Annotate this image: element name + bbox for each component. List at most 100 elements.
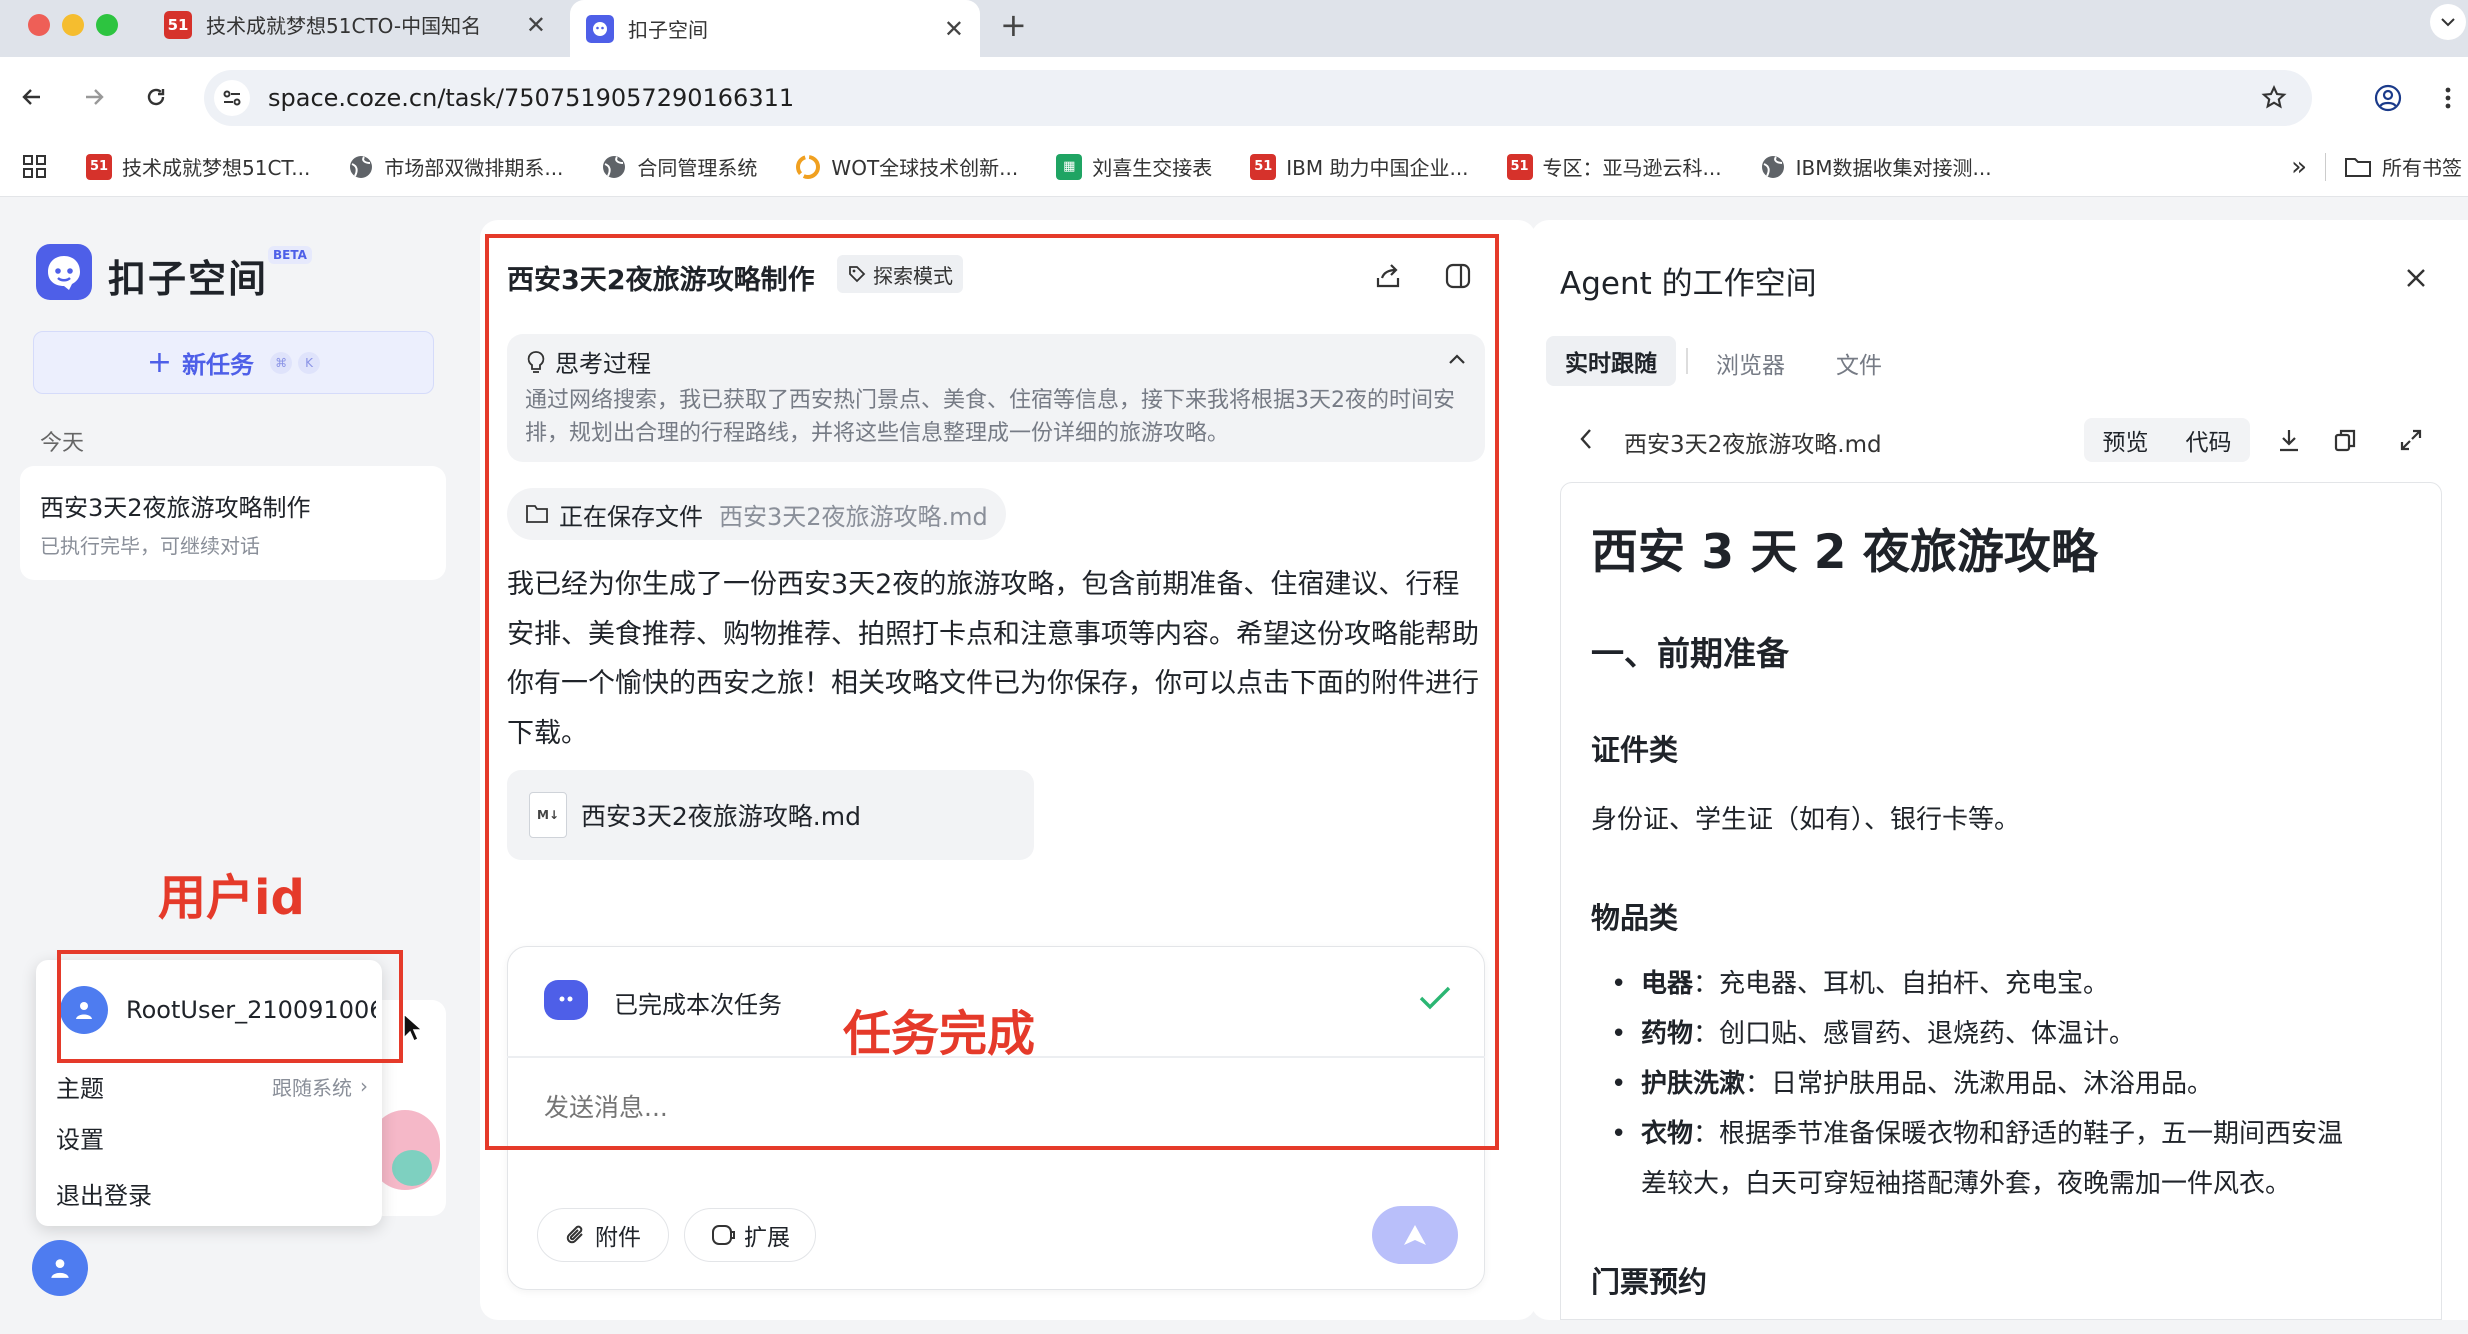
new-tab-icon[interactable]: + — [1000, 6, 1027, 44]
browser-menu-icon[interactable] — [2436, 80, 2460, 116]
shortcut-k-key: K — [298, 351, 321, 374]
chevron-right-icon: › — [360, 1074, 368, 1098]
address-bar[interactable]: space.coze.cn/task/7507519057290166311 — [204, 70, 2312, 126]
brand-name: 扣子空间 — [108, 257, 269, 301]
bookmark-item[interactable]: IBM数据收集对接测... — [1760, 152, 1992, 181]
window-maximize-button[interactable] — [96, 14, 118, 36]
profile-icon[interactable] — [2370, 80, 2406, 116]
fullscreen-icon[interactable] — [2394, 422, 2428, 458]
bookmark-item[interactable]: 51 技术成就梦想51CT... — [86, 152, 310, 181]
tab-close-icon[interactable]: ✕ — [944, 15, 964, 43]
bookmark-label: 刘喜生交接表 — [1092, 156, 1213, 180]
task-title: 西安3天2夜旅游攻略制作 — [40, 494, 311, 522]
theme-value: 跟随系统 — [272, 1075, 352, 1100]
list-item-value: ：充电器、耳机、自拍杆、充电宝。 — [1693, 969, 2110, 999]
browser-tab-strip: 51 技术成就梦想51CTO-中国知名 ✕ 扣子空间 ✕ + — [0, 0, 2468, 57]
list-item-value: ：创口贴、感冒药、退烧药、体温计。 — [1693, 1019, 2136, 1049]
list-item-value: ：根据季节准备保暖衣物和舒适的鞋子，五一期间西安温 — [1693, 1119, 2344, 1149]
document-preview: 西安 3 天 2 夜旅游攻略 一、前期准备 证件类 身份证、学生证（如有）、银行… — [1560, 482, 2442, 1320]
attach-button[interactable]: 附件 — [537, 1208, 669, 1262]
doc-heading-3: 门票预约 — [1591, 1265, 1708, 1299]
coze-favicon-icon — [586, 14, 614, 43]
user-avatar-button[interactable] — [32, 1240, 88, 1296]
section-today-label: 今天 — [40, 431, 85, 456]
site-info-icon[interactable] — [214, 80, 250, 116]
51-icon: 51 — [86, 153, 112, 180]
apps-grid-icon[interactable] — [22, 154, 48, 180]
bookmark-star-icon[interactable] — [2260, 84, 2288, 112]
close-icon[interactable] — [2396, 258, 2436, 298]
window-close-button[interactable] — [28, 14, 50, 36]
mascot-head-illustration — [392, 1150, 432, 1186]
bookmark-item[interactable]: ▦ 刘喜生交接表 — [1056, 152, 1212, 181]
annotation-user-id: 用户id — [158, 870, 305, 926]
annotation-user-id-box — [57, 950, 403, 1063]
tab-follow-live[interactable]: 实时跟随 — [1546, 336, 1676, 386]
list-item: • 护肤洗漱 ：日常护肤用品、洗漱用品、沐浴用品。 — [1611, 1059, 2431, 1109]
view-toggle: 预览 代码 — [2084, 418, 2250, 462]
url-text: space.coze.cn/task/7507519057290166311 — [268, 84, 795, 112]
new-task-button[interactable]: + 新任务 ⌘ K — [33, 331, 434, 394]
expand-button[interactable]: 扩展 — [684, 1208, 816, 1262]
tab-files[interactable]: 文件 — [1836, 346, 1882, 380]
view-code-button[interactable]: 代码 — [2167, 418, 2250, 462]
sheet-icon: ▦ — [1056, 153, 1083, 180]
attach-label: 附件 — [595, 1225, 641, 1251]
mouse-cursor-icon — [402, 1012, 424, 1044]
list-item-key: 药物 — [1641, 1019, 1694, 1049]
back-icon[interactable] — [14, 79, 50, 115]
tab-browser[interactable]: 浏览器 — [1716, 346, 1785, 380]
bookmark-label: IBM数据收集对接测... — [1795, 156, 1992, 180]
doc-bullet-list: • 电器 ：充电器、耳机、自拍杆、充电宝。 • 药物 ：创口贴、感冒药、退烧药、体温计。… — [1611, 959, 2431, 1209]
tab-51cto[interactable]: 51 技术成就梦想51CTO-中国知名 ✕ — [152, 0, 562, 49]
all-bookmarks-label: 所有书签 — [2382, 156, 2462, 180]
more-bookmarks-icon[interactable]: » — [2291, 152, 2307, 182]
globe-icon — [348, 154, 374, 180]
doc-heading-1: 西安 3 天 2 夜旅游攻略 — [1591, 525, 2098, 580]
download-icon[interactable] — [2272, 422, 2306, 458]
tab-title: 技术成就梦想51CTO-中国知名 — [206, 14, 482, 38]
plugin-icon — [712, 1225, 735, 1245]
tab-divider — [1686, 348, 1688, 374]
doc-paragraph: 身份证、学生证（如有）、银行卡等。 — [1591, 805, 2021, 835]
51-icon: 51 — [1506, 153, 1533, 180]
all-bookmarks-folder[interactable]: 所有书签 — [2344, 152, 2462, 181]
forward-icon[interactable] — [76, 79, 112, 115]
workspace-file-name: 西安3天2夜旅游攻略.md — [1624, 432, 1882, 458]
back-chevron-icon[interactable] — [1574, 424, 1598, 454]
copy-icon[interactable] — [2328, 422, 2362, 458]
settings-menu-item[interactable]: 设置 — [56, 1120, 104, 1155]
logout-menu-item[interactable]: 退出登录 — [56, 1176, 152, 1211]
view-preview-button[interactable]: 预览 — [2084, 418, 2167, 462]
reload-icon[interactable] — [138, 79, 174, 115]
annotation-task-done: 任务完成 — [843, 1006, 1036, 1062]
bookmarks-bar: 51 技术成就梦想51CT... 市场部双微排期系... 合同管理系统 WOT全球… — [0, 137, 2468, 197]
bookmark-label: 合同管理系统 — [637, 156, 758, 180]
tab-coze-space[interactable]: 扣子空间 ✕ — [570, 0, 980, 57]
ring-icon — [795, 154, 821, 180]
bookmark-label: 专区：亚马逊云科... — [1542, 156, 1722, 180]
doc-heading-3: 物品类 — [1591, 901, 1679, 935]
tab-close-icon[interactable]: ✕ — [526, 11, 546, 39]
list-item: • 衣物 ：根据季节准备保暖衣物和舒适的鞋子，五一期间西安温 — [1611, 1109, 2431, 1159]
theme-menu-item[interactable]: 主题 跟随系统 › — [56, 1064, 382, 1108]
doc-heading-3: 证件类 — [1591, 733, 1679, 767]
new-task-label: 新任务 — [182, 351, 255, 379]
tab-search-icon[interactable] — [2430, 4, 2466, 40]
bookmark-label: 市场部双微排期系... — [384, 156, 564, 180]
bookmark-item[interactable]: WOT全球技术创新... — [795, 152, 1018, 181]
send-button[interactable] — [1372, 1206, 1458, 1264]
task-list-item[interactable]: 西安3天2夜旅游攻略制作 已执行完毕，可继续对话 — [20, 466, 446, 580]
bookmark-divider — [2325, 152, 2326, 181]
doc-heading-2: 一、前期准备 — [1591, 634, 1789, 673]
shortcut-cmd-key: ⌘ — [270, 351, 293, 374]
bookmark-item[interactable]: 合同管理系统 — [601, 152, 757, 181]
list-item: • 药物 ：创口贴、感冒药、退烧药、体温计。 — [1611, 1009, 2431, 1059]
expand-label: 扩展 — [744, 1225, 790, 1251]
window-minimize-button[interactable] — [62, 14, 84, 36]
workspace-title: Agent 的工作空间 — [1560, 266, 1817, 302]
bookmark-item[interactable]: 市场部双微排期系... — [348, 152, 563, 181]
bookmark-label: 技术成就梦想51CT... — [122, 156, 311, 180]
bookmark-item[interactable]: 51 专区：亚马逊云科... — [1506, 152, 1722, 181]
bookmark-item[interactable]: 51 IBM 助力中国企业... — [1250, 152, 1469, 181]
